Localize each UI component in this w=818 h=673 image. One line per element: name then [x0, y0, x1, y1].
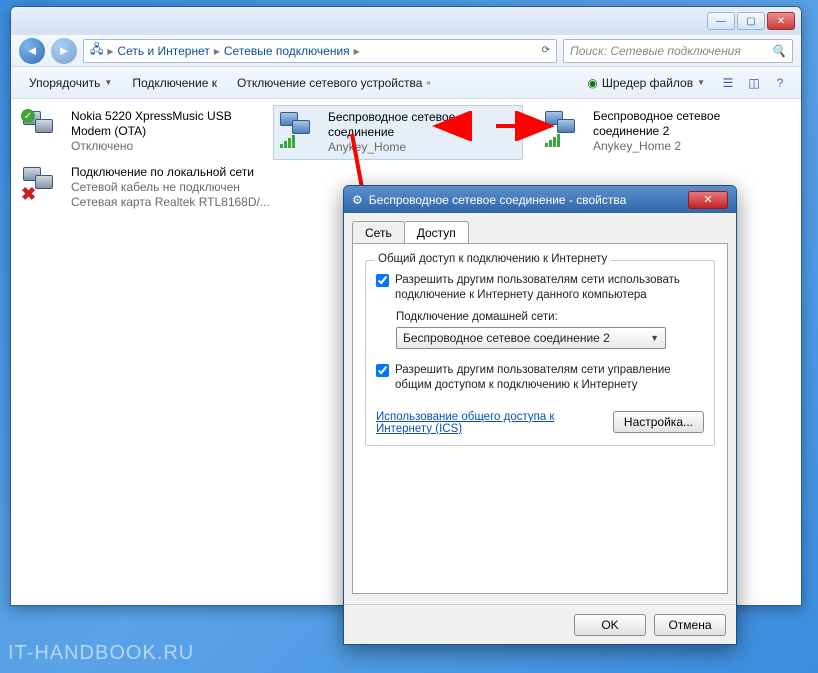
- dialog-footer: OK Отмена: [344, 604, 736, 644]
- properties-dialog: ⚙ Беспроводное сетевое соединение - свой…: [343, 185, 737, 645]
- allow-control-checkbox[interactable]: [376, 364, 389, 377]
- toolbar: Упорядочить▼ Подключение к Отключение се…: [11, 67, 801, 99]
- connection-lan[interactable]: ✖ Подключение по локальной сети Сетевой …: [17, 161, 297, 214]
- allow-control-label: Разрешить другим пользователям сети упра…: [395, 363, 704, 393]
- dialog-titlebar: ⚙ Беспроводное сетевое соединение - свой…: [344, 186, 736, 213]
- titlebar: — ▢ ✕: [11, 7, 801, 35]
- modem-icon: ✓: [21, 109, 63, 149]
- tabs: Сеть Доступ: [352, 221, 728, 243]
- dialog-title: Беспроводное сетевое соединение - свойст…: [369, 193, 627, 207]
- network-icon: 🖧: [90, 40, 103, 61]
- minimize-button[interactable]: —: [707, 12, 735, 30]
- settings-button[interactable]: Настройка...: [613, 411, 704, 433]
- forward-button[interactable]: ►: [51, 38, 77, 64]
- search-icon: 🔍: [771, 44, 786, 58]
- group-legend: Общий доступ к подключению к Интернету: [374, 253, 611, 265]
- connection-wireless-1[interactable]: Беспроводное сетевое соединение Anykey_H…: [273, 105, 523, 160]
- ics-group: Общий доступ к подключению к Интернету Р…: [365, 260, 715, 446]
- nav-row: ◄ ► 🖧 ▸ Сеть и Интернет ▸ Сетевые подклю…: [11, 35, 801, 67]
- search-placeholder: Поиск: Сетевые подключения: [570, 44, 741, 58]
- wifi-icon: [543, 109, 585, 149]
- ok-button[interactable]: OK: [574, 614, 646, 636]
- connect-to-menu[interactable]: Подключение к: [124, 72, 225, 94]
- home-connection-label: Подключение домашней сети:: [396, 311, 704, 323]
- breadcrumb-l2[interactable]: Сетевые подключения: [224, 44, 350, 58]
- tab-network[interactable]: Сеть: [352, 221, 405, 243]
- disable-device-menu[interactable]: Отключение сетевого устройства»: [229, 72, 439, 94]
- help-icon[interactable]: ?: [769, 72, 791, 94]
- watermark: IT-HANDBOOK.RU: [8, 642, 194, 665]
- connection-nokia-modem[interactable]: ✓ Nokia 5220 XpressMusic USB Modem (OTA)…: [17, 105, 267, 158]
- view-icon[interactable]: ☰: [717, 72, 739, 94]
- tab-panel: Общий доступ к подключению к Интернету Р…: [352, 243, 728, 594]
- allow-share-label: Разрешить другим пользователям сети испо…: [395, 273, 704, 303]
- ics-help-link[interactable]: Использование общего доступа к Интернету…: [376, 411, 576, 435]
- home-connection-select[interactable]: Беспроводное сетевое соединение 2 ▼: [396, 327, 666, 349]
- lan-icon: ✖: [21, 165, 63, 205]
- maximize-button[interactable]: ▢: [737, 12, 765, 30]
- address-bar[interactable]: 🖧 ▸ Сеть и Интернет ▸ Сетевые подключени…: [83, 39, 557, 63]
- search-box[interactable]: Поиск: Сетевые подключения 🔍: [563, 39, 793, 63]
- tab-sharing[interactable]: Доступ: [404, 221, 469, 243]
- cancel-button[interactable]: Отмена: [654, 614, 726, 636]
- preview-pane-icon[interactable]: ◫: [743, 72, 765, 94]
- organize-menu[interactable]: Упорядочить▼: [21, 72, 120, 94]
- shredder-menu[interactable]: ◉Шредер файлов▼: [579, 72, 713, 94]
- chevron-down-icon: ▼: [650, 333, 659, 343]
- dialog-close-button[interactable]: ✕: [688, 191, 728, 209]
- breadcrumb-l1[interactable]: Сеть и Интернет: [117, 44, 209, 58]
- refresh-icon[interactable]: ⟳: [542, 45, 550, 56]
- wifi-icon: [278, 110, 320, 150]
- close-button[interactable]: ✕: [767, 12, 795, 30]
- shield-icon: ⚙: [352, 193, 363, 207]
- allow-share-checkbox[interactable]: [376, 274, 389, 287]
- back-button[interactable]: ◄: [19, 38, 45, 64]
- connection-wireless-2[interactable]: Беспроводное сетевое соединение 2 Anykey…: [539, 105, 789, 158]
